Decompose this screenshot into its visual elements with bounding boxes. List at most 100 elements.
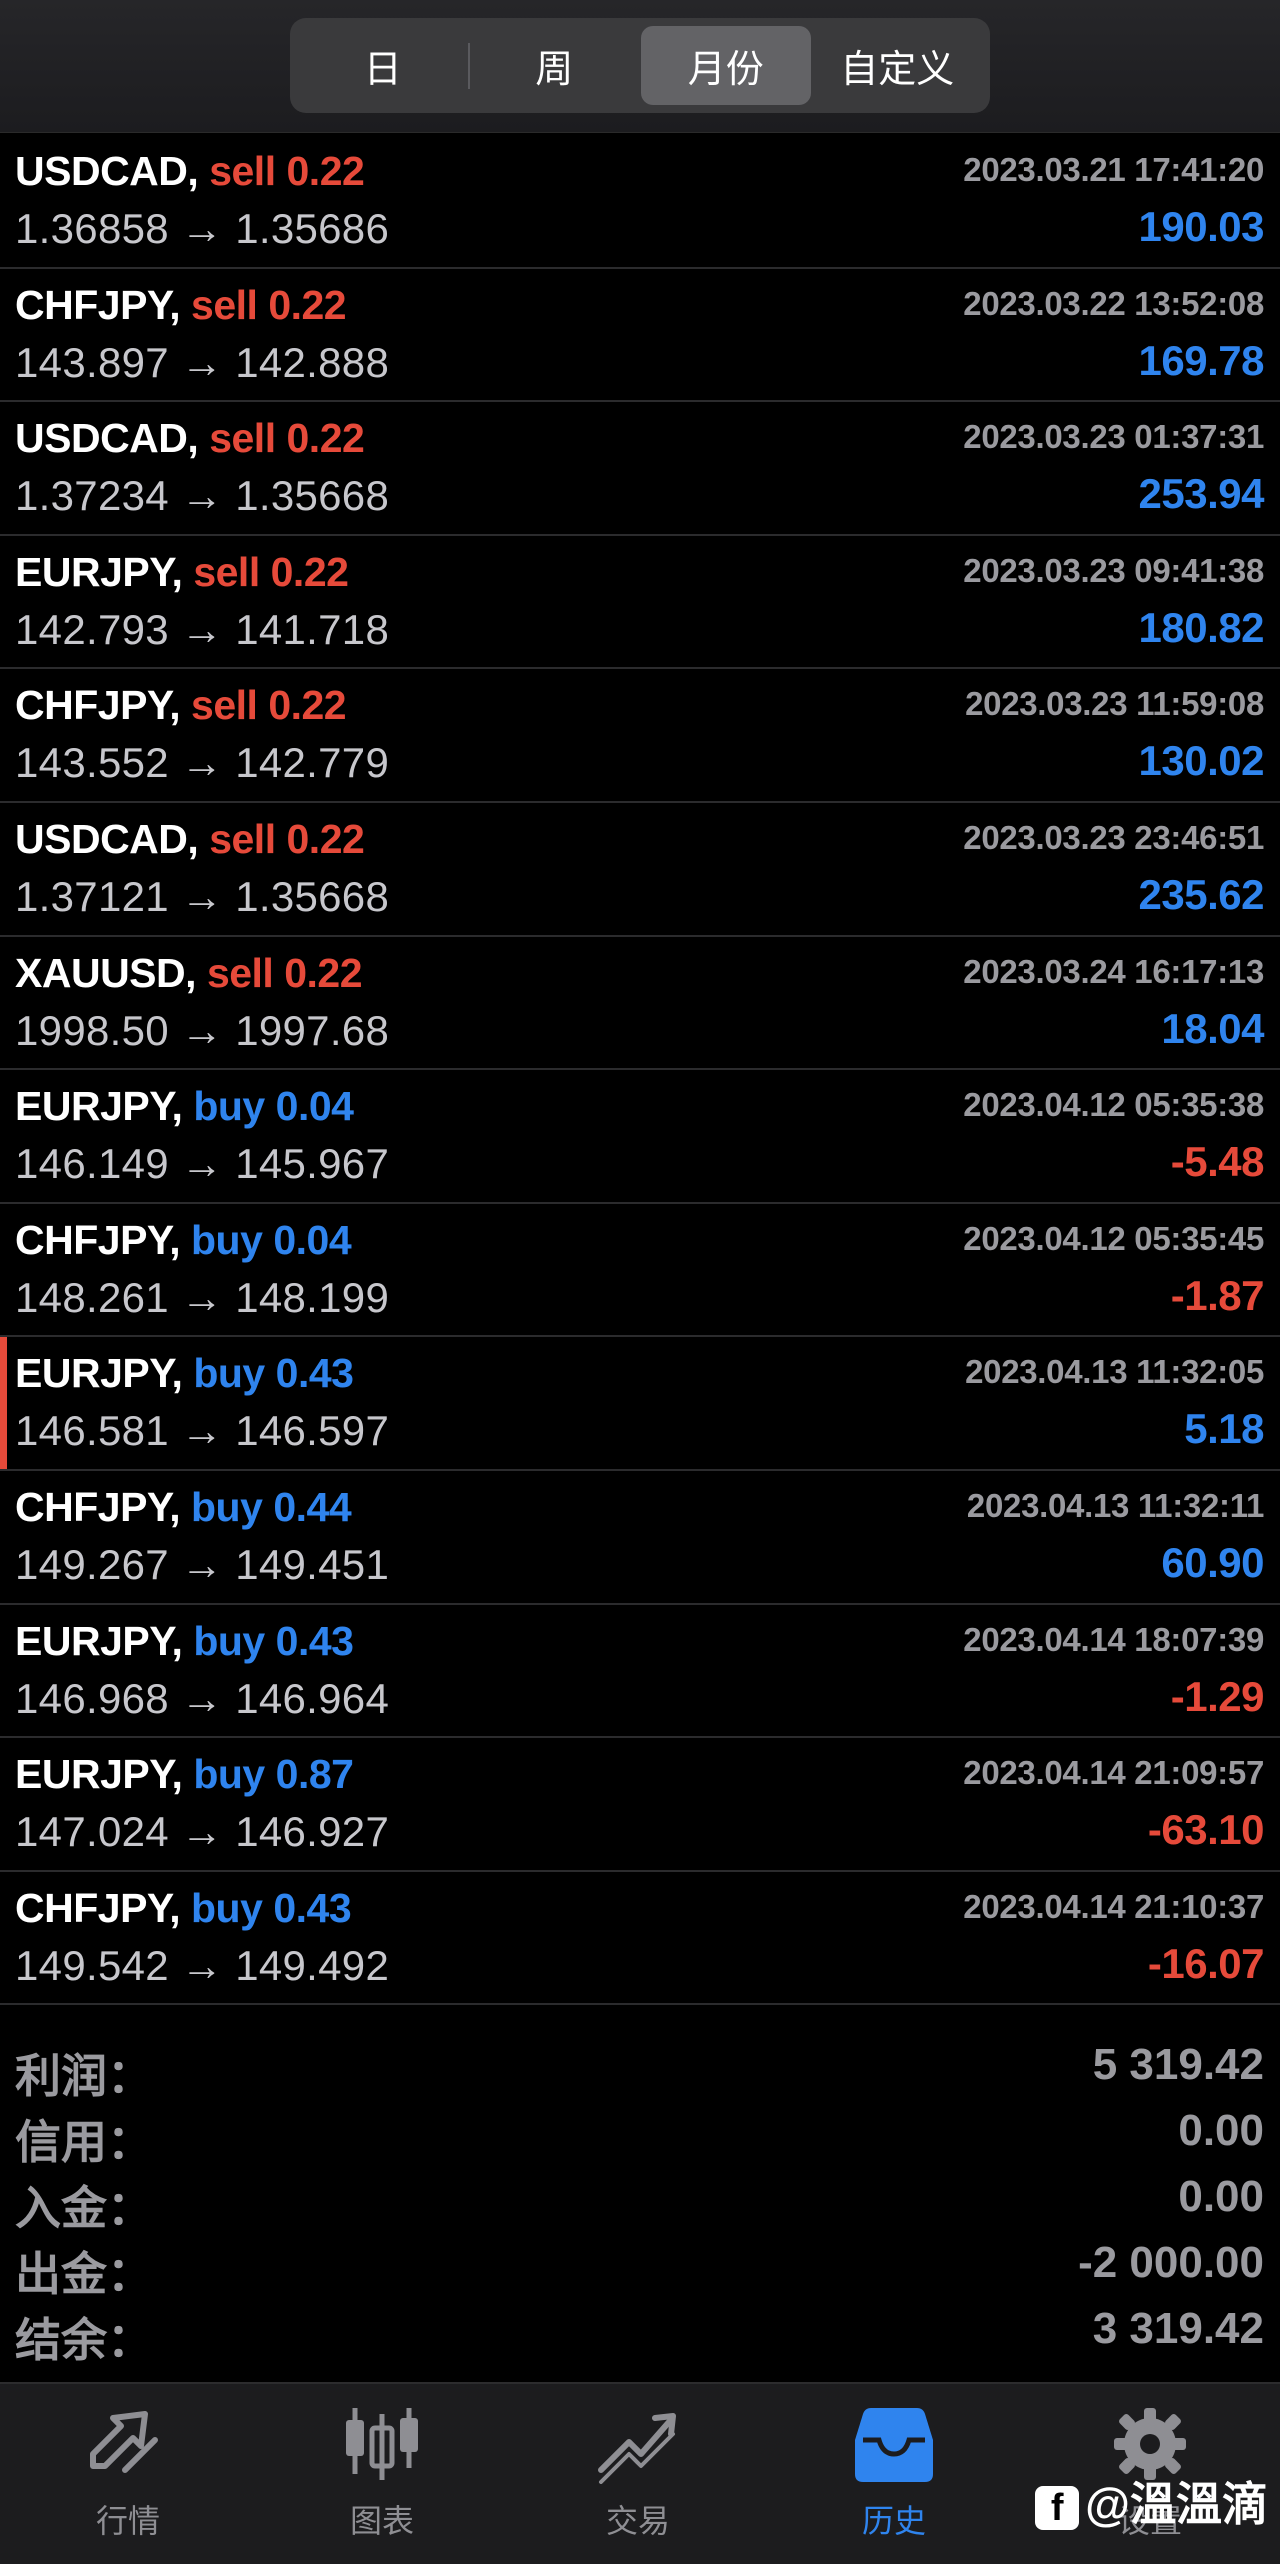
arrow-icon: → bbox=[180, 1674, 224, 1722]
tab-history-label: 历史 bbox=[861, 2503, 926, 2539]
trade-row[interactable]: EURJPY, buy 0.04 146.149 → 145.967 2023.04… bbox=[0, 1070, 1280, 1204]
trade-symbol: XAUUSD, bbox=[15, 949, 197, 996]
arrow-icon: → bbox=[180, 1006, 224, 1054]
trade-profit: 235.62 bbox=[1138, 870, 1265, 918]
summary-balance-value: 3 319.42 bbox=[1092, 2304, 1264, 2353]
trade-volume: 0.22 bbox=[286, 415, 365, 462]
trade-prices: 147.024 → 146.927 bbox=[15, 1808, 389, 1856]
trade-symbol: USDCAD, bbox=[15, 815, 199, 862]
summary-profit-value: 5 319.42 bbox=[1092, 2040, 1264, 2089]
trade-profit: -5.48 bbox=[1170, 1138, 1265, 1186]
arrow-icon: → bbox=[180, 1808, 224, 1856]
tab-history[interactable]: 历史 bbox=[794, 2404, 994, 2544]
tab-charts[interactable]: 图表 bbox=[282, 2404, 482, 2544]
trade-time: 2023.03.23 11:59:08 bbox=[965, 685, 1264, 723]
trade-time: 2023.03.24 16:17:13 bbox=[963, 952, 1264, 990]
summary-balance-row: 结余： 3 319.42 bbox=[0, 2298, 1280, 2366]
trade-symbol-line: CHFJPY, sell 0.22 bbox=[15, 682, 347, 729]
tab-quotes[interactable]: 行情 bbox=[28, 2404, 228, 2544]
trade-symbol-line: XAUUSD, sell 0.22 bbox=[15, 949, 363, 997]
summary-deposit-row: 入金： 0.00 bbox=[0, 2166, 1280, 2234]
trade-row[interactable]: EURJPY, buy 0.43 146.581 → 146.597 2023.04… bbox=[0, 1337, 1280, 1471]
trade-profit: -1.29 bbox=[1170, 1672, 1265, 1720]
trade-open-price: 1.36858 bbox=[15, 205, 169, 252]
trade-symbol-line: EURJPY, sell 0.22 bbox=[15, 549, 349, 596]
trade-open-price: 148.261 bbox=[15, 1273, 169, 1321]
trade-side: sell bbox=[206, 949, 274, 996]
watermark: f @溫溫滴 bbox=[1035, 2468, 1268, 2534]
trade-time: 2023.04.13 11:32:11 bbox=[966, 1486, 1264, 1524]
trade-prices: 146.968 → 146.964 bbox=[15, 1675, 389, 1723]
trade-symbol-line: EURJPY, buy 0.87 bbox=[15, 1751, 354, 1798]
trade-side: buy bbox=[191, 1884, 263, 1931]
trade-volume: 0.44 bbox=[273, 1483, 352, 1530]
trade-symbol: EURJPY, bbox=[15, 1751, 183, 1798]
trade-row[interactable]: EURJPY, sell 0.22 142.793 → 141.718 2023.0… bbox=[0, 536, 1280, 670]
trade-time: 2023.03.21 17:41:20 bbox=[963, 151, 1264, 188]
trade-symbol: CHFJPY, bbox=[15, 1216, 181, 1263]
trade-symbol: CHFJPY, bbox=[15, 1483, 181, 1530]
trade-symbol: CHFJPY, bbox=[15, 281, 181, 328]
trade-profit: 130.02 bbox=[1138, 737, 1265, 785]
trade-prices: 1998.50 → 1997.68 bbox=[15, 1007, 389, 1055]
trade-close-price: 142.779 bbox=[235, 739, 390, 787]
trade-row[interactable]: USDCAD, sell 0.22 1.36858 → 1.35686 2023.0… bbox=[0, 135, 1280, 269]
trade-profit: -63.10 bbox=[1147, 1806, 1265, 1854]
tab-trade[interactable]: 交易 bbox=[538, 2404, 738, 2544]
tab-trade-label: 交易 bbox=[605, 2503, 670, 2539]
trade-profit: 60.90 bbox=[1161, 1538, 1264, 1586]
trade-open-price: 143.552 bbox=[15, 739, 169, 787]
summary-profit-label: 利润： bbox=[15, 2050, 153, 2102]
trade-time: 2023.04.12 05:35:45 bbox=[963, 1219, 1264, 1257]
trade-symbol-line: CHFJPY, buy 0.04 bbox=[15, 1216, 352, 1264]
trade-open-price: 1.37234 bbox=[15, 472, 169, 520]
trade-profit: 169.78 bbox=[1138, 336, 1265, 384]
trade-profit: 253.94 bbox=[1138, 470, 1265, 518]
trade-row[interactable]: CHFJPY, buy 0.04 148.261 → 148.199 2023.04… bbox=[0, 1204, 1280, 1338]
arrow-icon: → bbox=[180, 739, 224, 787]
trade-symbol-line: USDCAD, sell 0.22 bbox=[15, 815, 365, 863]
trade-close-price: 149.451 bbox=[235, 1540, 390, 1588]
trade-row[interactable]: CHFJPY, buy 0.44 149.267 → 149.451 2023.04… bbox=[0, 1471, 1280, 1605]
trade-row[interactable]: CHFJPY, sell 0.22 143.897 → 142.888 2023.0… bbox=[0, 269, 1280, 403]
summary-profit-row: 利润： 5 319.42 bbox=[0, 2034, 1280, 2102]
trade-symbol-line: CHFJPY, buy 0.43 bbox=[15, 1884, 352, 1932]
trade-prices: 148.261 → 148.199 bbox=[15, 1274, 389, 1322]
trade-symbol: USDCAD, bbox=[15, 148, 199, 194]
trade-open-price: 146.968 bbox=[15, 1674, 169, 1722]
trade-symbol-line: CHFJPY, buy 0.44 bbox=[15, 1483, 352, 1531]
summary-credit-value: 0.00 bbox=[1178, 2106, 1264, 2155]
trade-close-price: 141.718 bbox=[235, 605, 390, 653]
chart-candles-icon bbox=[346, 2408, 418, 2480]
trade-symbol-line: USDCAD, sell 0.22 bbox=[15, 148, 365, 195]
trade-history-list[interactable]: USDCAD, sell 0.22 1.36858 → 1.35686 2023.0… bbox=[0, 135, 1280, 2006]
trade-symbol-line: EURJPY, buy 0.43 bbox=[15, 1350, 354, 1397]
trade-row[interactable]: EURJPY, buy 0.43 146.968 → 146.964 2023.04… bbox=[0, 1605, 1280, 1739]
trade-time: 2023.03.23 23:46:51 bbox=[963, 818, 1264, 856]
trade-symbol: EURJPY, bbox=[15, 1083, 183, 1130]
trade-close-price: 148.199 bbox=[235, 1273, 390, 1321]
trade-side: sell bbox=[209, 815, 276, 862]
arrow-icon: → bbox=[180, 605, 224, 653]
trade-open-price: 143.897 bbox=[15, 338, 169, 386]
trade-prices: 142.793 → 141.718 bbox=[15, 606, 389, 654]
segment-1[interactable]: 周 bbox=[470, 26, 640, 105]
row-marker bbox=[0, 1337, 7, 1469]
trade-row[interactable]: USDCAD, sell 0.22 1.37234 → 1.35668 2023.0… bbox=[0, 402, 1280, 536]
trade-close-price: 145.967 bbox=[235, 1140, 390, 1188]
trade-row[interactable]: EURJPY, buy 0.87 147.024 → 146.927 2023.04… bbox=[0, 1738, 1280, 1872]
arrow-icon: → bbox=[180, 1407, 224, 1455]
segment-0[interactable]: 日 bbox=[298, 26, 468, 105]
trade-icon bbox=[598, 2413, 676, 2484]
trade-row[interactable]: CHFJPY, sell 0.22 143.552 → 142.779 2023.0… bbox=[0, 669, 1280, 803]
trade-prices: 1.36858 → 1.35686 bbox=[15, 205, 389, 253]
trade-row[interactable]: XAUUSD, sell 0.22 1998.50 → 1997.68 2023.0… bbox=[0, 937, 1280, 1071]
segment-2[interactable]: 月份 bbox=[641, 26, 811, 105]
segment-3[interactable]: 自定义 bbox=[813, 26, 983, 105]
trade-volume: 0.04 bbox=[273, 1216, 352, 1263]
trade-prices: 149.267 → 149.451 bbox=[15, 1541, 389, 1589]
history-inbox-icon bbox=[855, 2408, 933, 2482]
trade-row[interactable]: USDCAD, sell 0.22 1.37121 → 1.35668 2023.0… bbox=[0, 803, 1280, 937]
trade-side: sell bbox=[191, 682, 258, 729]
trade-row[interactable]: CHFJPY, buy 0.43 149.542 → 149.492 2023.04… bbox=[0, 1872, 1280, 2006]
